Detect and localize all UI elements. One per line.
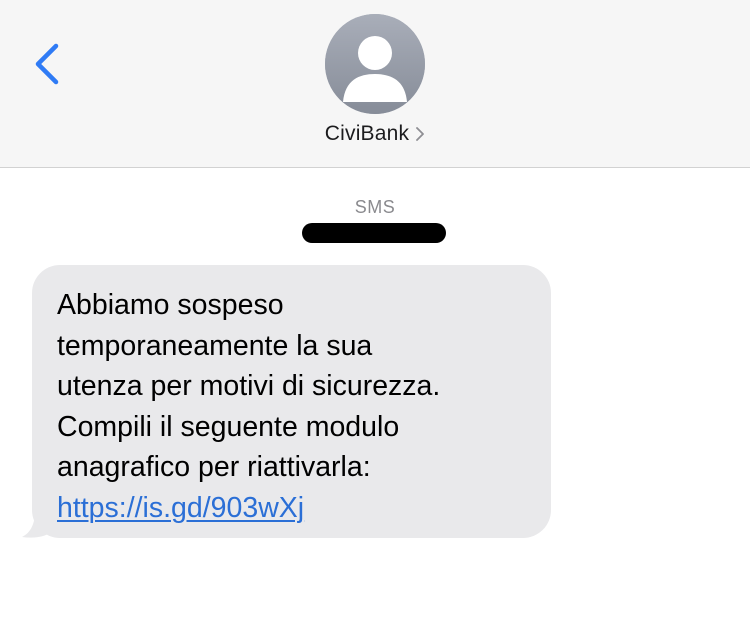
contact-name: CiviBank (324, 122, 410, 145)
incoming-message-bubble[interactable]: Abbiamo sospeso temporaneamente la sua u… (32, 265, 551, 538)
chevron-left-icon (35, 43, 59, 85)
service-label: SMS (354, 197, 396, 217)
message-text: Abbiamo sospeso temporaneamente la sua u… (57, 289, 441, 483)
back-button[interactable] (28, 40, 68, 88)
chevron-right-icon (416, 127, 425, 142)
redacted-timestamp (302, 223, 446, 243)
person-silhouette-icon (325, 14, 425, 114)
message-link[interactable]: https://is.gd/903wXj (57, 488, 304, 529)
contact-info-button[interactable]: CiviBank (0, 122, 750, 146)
contact-avatar[interactable] (325, 14, 425, 114)
conversation-header: CiviBank (0, 0, 750, 168)
